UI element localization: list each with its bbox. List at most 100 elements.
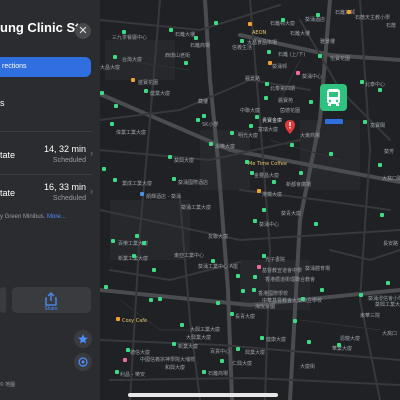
poi-marker-icon[interactable] [386, 281, 390, 285]
poi-marker-icon[interactable] [111, 239, 115, 243]
poi-marker-icon[interactable] [318, 54, 322, 58]
poi-marker-icon[interactable] [172, 177, 176, 181]
route-row[interactable]: tate 14, 32 min Scheduled › [0, 142, 96, 172]
poi-marker-icon[interactable] [262, 254, 266, 258]
poi-marker-icon[interactable] [268, 61, 272, 65]
poi-marker-icon[interactable] [140, 192, 144, 196]
poi-marker-icon[interactable] [114, 104, 118, 108]
poi-marker-icon[interactable] [113, 178, 117, 182]
poi-marker-icon[interactable] [257, 189, 261, 193]
poi-marker-icon[interactable] [240, 39, 244, 43]
poi-marker-icon[interactable] [116, 317, 120, 321]
poi-marker-icon[interactable] [142, 241, 146, 245]
close-button[interactable]: ✕ [75, 23, 91, 39]
poi-marker-icon[interactable] [309, 100, 313, 104]
poi-marker-icon[interactable] [184, 61, 188, 65]
location-pin-icon[interactable] [285, 120, 295, 134]
poi-marker-icon[interactable] [122, 30, 126, 34]
poi-marker-icon[interactable] [314, 222, 318, 226]
poi-marker-icon[interactable] [168, 155, 172, 159]
poi-marker-icon[interactable] [260, 336, 264, 340]
poi-marker-icon[interactable] [214, 21, 218, 25]
map-label: 石籬 (上/下) [278, 52, 306, 58]
poi-marker-icon[interactable] [202, 114, 206, 118]
poi-marker-icon[interactable] [158, 297, 162, 301]
poi-marker-icon[interactable] [329, 152, 333, 156]
poi-marker-icon[interactable] [196, 118, 200, 122]
report-button[interactable] [74, 353, 92, 371]
poi-marker-icon[interactable] [265, 82, 269, 86]
action-button[interactable] [0, 287, 6, 313]
map-label: 大東商場 [300, 133, 321, 139]
poi-marker-icon[interactable] [299, 171, 303, 175]
poi-marker-icon[interactable] [132, 254, 136, 258]
poi-marker-icon[interactable] [135, 234, 139, 238]
poi-marker-icon[interactable] [216, 301, 220, 305]
poi-marker-icon[interactable] [347, 10, 351, 14]
poi-marker-icon[interactable] [301, 297, 305, 301]
poi-marker-icon[interactable] [264, 96, 268, 100]
poi-marker-icon[interactable] [252, 288, 256, 292]
poi-marker-icon[interactable] [211, 259, 215, 263]
poi-marker-icon[interactable] [281, 18, 285, 22]
poi-marker-icon[interactable] [253, 275, 257, 279]
poi-marker-icon[interactable] [220, 359, 224, 363]
poi-marker-icon[interactable] [262, 208, 266, 212]
poi-marker-icon[interactable] [209, 142, 213, 146]
poi-marker-icon[interactable] [202, 370, 206, 374]
poi-marker-icon[interactable] [272, 180, 276, 184]
poi-marker-icon[interactable] [236, 274, 240, 278]
poi-marker-icon[interactable] [257, 265, 261, 269]
directions-button[interactable]: rections [0, 57, 91, 77]
poi-marker-icon[interactable] [180, 323, 184, 327]
more-link[interactable]: More… [47, 214, 67, 220]
poi-marker-icon[interactable] [360, 80, 364, 84]
poi-marker-icon[interactable] [104, 285, 108, 289]
poi-marker-icon[interactable] [359, 293, 363, 297]
poi-marker-icon[interactable] [248, 22, 252, 26]
favorite-button[interactable] [74, 330, 92, 348]
poi-marker-icon[interactable] [172, 342, 176, 346]
poi-marker-icon[interactable] [236, 347, 240, 351]
poi-marker-icon[interactable] [363, 120, 367, 124]
poi-marker-icon[interactable] [250, 171, 254, 175]
poi-marker-icon[interactable] [126, 348, 130, 352]
home-indicator[interactable] [128, 393, 278, 397]
bus-stop-marker[interactable] [320, 84, 347, 111]
poi-marker-icon[interactable] [241, 289, 245, 293]
poi-marker-icon[interactable] [296, 71, 300, 75]
poi-marker-icon[interactable] [131, 78, 135, 82]
poi-marker-icon[interactable] [307, 340, 311, 344]
poi-marker-icon[interactable] [194, 36, 198, 40]
map-label: 華業大廈 [332, 346, 353, 352]
poi-marker-icon[interactable] [149, 298, 153, 302]
poi-marker-icon[interactable] [290, 143, 294, 147]
poi-marker-icon[interactable] [267, 50, 271, 54]
poi-marker-icon[interactable] [380, 213, 384, 217]
poi-marker-icon[interactable] [230, 131, 234, 135]
poi-marker-icon[interactable] [249, 124, 253, 128]
poi-marker-icon[interactable] [293, 319, 297, 323]
poi-marker-icon[interactable] [255, 115, 259, 119]
poi-marker-icon[interactable] [144, 89, 148, 93]
poi-marker-icon[interactable] [110, 122, 114, 126]
poi-marker-icon[interactable] [113, 55, 117, 59]
poi-marker-icon[interactable] [378, 163, 382, 167]
poi-marker-icon[interactable] [230, 312, 234, 316]
poi-marker-icon[interactable] [152, 268, 156, 272]
poi-marker-icon[interactable] [115, 370, 119, 374]
poi-marker-icon[interactable] [245, 160, 249, 164]
poi-marker-icon[interactable] [169, 28, 173, 32]
poi-marker-icon[interactable] [320, 288, 324, 292]
route-row[interactable]: tate 16, 33 min Scheduled › [0, 180, 96, 210]
poi-marker-icon[interactable] [123, 358, 127, 362]
map-label: Cosy Cafe [122, 318, 148, 324]
poi-marker-icon[interactable] [378, 88, 382, 92]
map-label: 石蔭 [386, 23, 397, 29]
map-label: 麗景路 [245, 76, 261, 82]
poi-marker-icon[interactable] [316, 13, 320, 17]
poi-marker-icon[interactable] [337, 343, 341, 347]
poi-marker-icon[interactable] [102, 167, 106, 171]
poi-marker-icon[interactable] [100, 91, 104, 95]
poi-marker-icon[interactable] [253, 219, 257, 223]
